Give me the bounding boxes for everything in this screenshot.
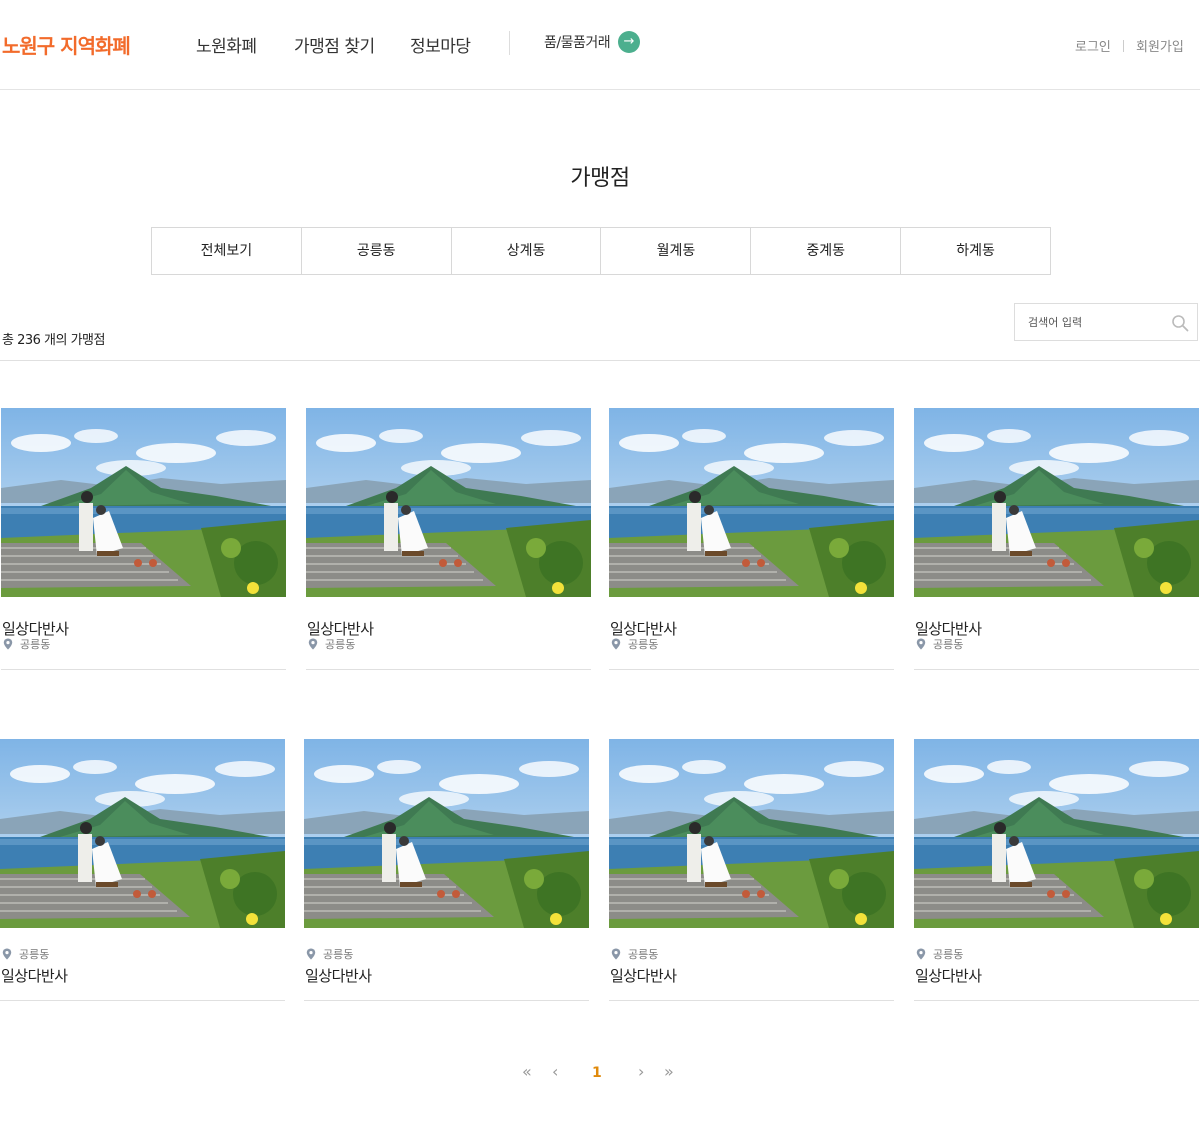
arrow-right-icon[interactable]: →: [618, 31, 640, 53]
location-pin-icon: [308, 638, 318, 650]
store-district: 공릉동: [933, 948, 964, 961]
store-location: 공릉동: [611, 636, 658, 652]
store-location: 공릉동: [308, 636, 355, 652]
store-card[interactable]: 일상다반사 공릉동: [306, 408, 591, 670]
tab-wolgye[interactable]: 월계동: [601, 228, 752, 274]
store-name[interactable]: 일상다반사: [305, 965, 372, 986]
double-chevron-right-icon[interactable]: »: [664, 1062, 674, 1084]
store-name[interactable]: 일상다반사: [1, 965, 68, 986]
store-name[interactable]: 일상다반사: [610, 965, 677, 986]
store-district: 공릉동: [325, 638, 356, 651]
store-thumbnail[interactable]: [306, 408, 591, 597]
store-card[interactable]: 일상다반사 공릉동: [1, 408, 286, 670]
store-card[interactable]: 일상다반사 공릉동: [609, 408, 894, 670]
util-divider: [1123, 40, 1124, 52]
location-pin-icon: [611, 948, 621, 960]
tab-sanggye[interactable]: 상계동: [452, 228, 602, 274]
list-divider: [0, 360, 1200, 361]
store-district: 공릉동: [628, 638, 659, 651]
nav-item-info[interactable]: 정보마당: [410, 32, 471, 57]
page-title: 가맹점: [570, 166, 630, 191]
store-count: 총 236 개의 가맹점: [2, 333, 105, 348]
store-district: 공릉동: [19, 948, 50, 961]
store-district: 공릉동: [20, 638, 51, 651]
chevron-left-icon[interactable]: ‹: [552, 1062, 558, 1084]
store-thumbnail[interactable]: [304, 739, 589, 928]
trade-link[interactable]: 품/물품거래: [544, 32, 611, 52]
location-pin-icon: [306, 948, 316, 960]
store-thumbnail[interactable]: [1, 408, 286, 597]
store-name[interactable]: 일상다반사: [915, 965, 982, 986]
store-card[interactable]: 일상다반사 공릉동: [914, 408, 1199, 670]
location-pin-icon: [3, 638, 13, 650]
tab-hagye[interactable]: 하계동: [901, 228, 1050, 274]
login-link[interactable]: 로그인: [1075, 36, 1111, 55]
store-location: 공릉동: [2, 946, 49, 962]
store-location: 공릉동: [611, 946, 658, 962]
store-district: 공릉동: [628, 948, 659, 961]
store-thumbnail[interactable]: [0, 739, 285, 928]
nav-item-nowon-currency[interactable]: 노원화폐: [196, 32, 257, 57]
store-district: 공릉동: [933, 638, 964, 651]
tab-all[interactable]: 전체보기: [152, 228, 302, 274]
store-card[interactable]: 공릉동 일상다반사: [914, 739, 1199, 1001]
store-location: 공릉동: [916, 636, 963, 652]
store-thumbnail[interactable]: [914, 408, 1199, 597]
page-number-current[interactable]: 1: [592, 1065, 602, 1087]
store-district: 공릉동: [323, 948, 354, 961]
store-thumbnail[interactable]: [914, 739, 1199, 928]
chevron-right-icon[interactable]: ›: [638, 1062, 644, 1084]
store-location: 공릉동: [306, 946, 353, 962]
store-location: 공릉동: [916, 946, 963, 962]
search-icon[interactable]: [1171, 314, 1189, 332]
site-header: 노원구 지역화폐 노원화폐 가맹점 찾기 정보마당 품/물품거래 → 로그인 회…: [0, 0, 1200, 90]
search-box: [1014, 303, 1198, 341]
store-location: 공릉동: [3, 636, 50, 652]
location-pin-icon: [916, 638, 926, 650]
store-thumbnail[interactable]: [609, 739, 894, 928]
tab-junggye[interactable]: 중계동: [751, 228, 902, 274]
region-tabs: 전체보기 공릉동 상계동 월계동 중계동 하계동: [151, 227, 1051, 275]
store-thumbnail[interactable]: [609, 408, 894, 597]
double-chevron-left-icon[interactable]: «: [522, 1062, 532, 1084]
search-input[interactable]: [1015, 304, 1165, 340]
join-link[interactable]: 회원가입: [1136, 36, 1184, 55]
location-pin-icon: [916, 948, 926, 960]
nav-item-store-finder[interactable]: 가맹점 찾기: [294, 32, 375, 57]
store-card[interactable]: 공릉동 일상다반사: [304, 739, 589, 1001]
location-pin-icon: [2, 948, 12, 960]
site-logo[interactable]: 노원구 지역화폐: [2, 30, 131, 59]
store-card[interactable]: 공릉동 일상다반사: [609, 739, 894, 1001]
nav-divider: [509, 31, 510, 55]
location-pin-icon: [611, 638, 621, 650]
store-card[interactable]: 공릉동 일상다반사: [0, 739, 285, 1001]
tab-gongneung[interactable]: 공릉동: [302, 228, 452, 274]
